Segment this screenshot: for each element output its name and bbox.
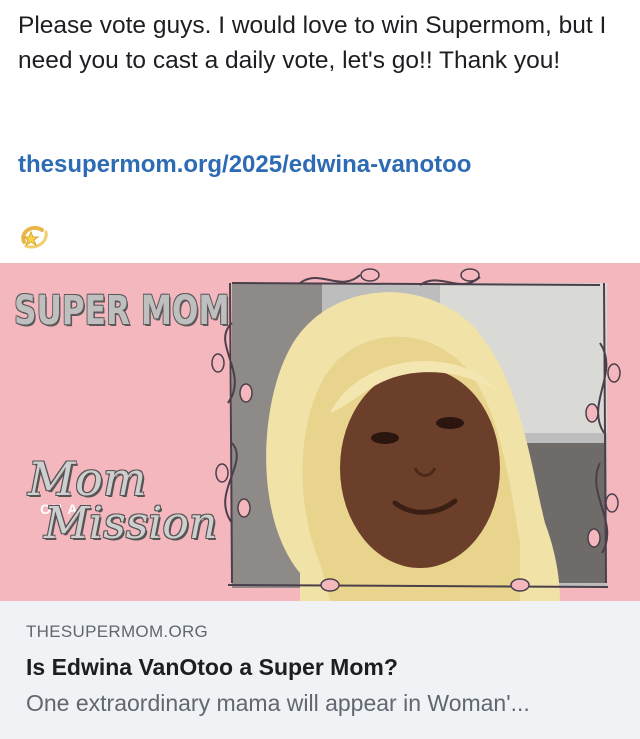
- post-text: Please vote guys. I would love to win Su…: [18, 12, 607, 74]
- card-domain: THESUPERMOM.ORG: [26, 622, 209, 641]
- post-link[interactable]: thesupermom.org/2025/edwina-vanotoo: [18, 148, 471, 182]
- mission-script-text: Mission: [44, 498, 218, 549]
- super-mom-title: SUPER MOM: [14, 288, 230, 334]
- dizzy-star-icon: [21, 225, 48, 249]
- card-description: One extraordinary mama will appear in Wo…: [26, 690, 530, 716]
- card-title[interactable]: Is Edwina VanOtoo a Super Mom?: [26, 652, 398, 682]
